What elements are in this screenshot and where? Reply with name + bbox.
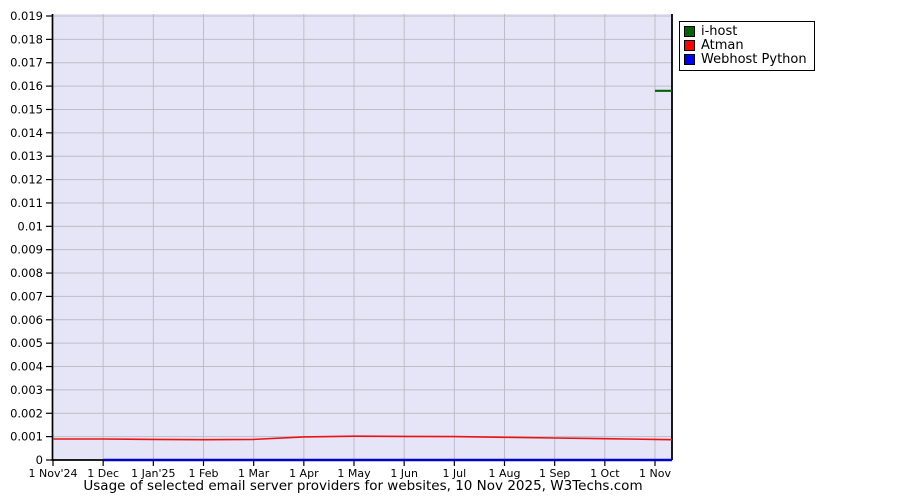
chart-legend: i-host Atman Webhost Python [679, 21, 815, 71]
svg-text:0: 0 [36, 453, 43, 467]
legend-item-atman: Atman [684, 39, 807, 52]
svg-text:0.003: 0.003 [10, 383, 43, 397]
svg-text:0.009: 0.009 [10, 243, 43, 257]
svg-text:0.004: 0.004 [10, 360, 43, 374]
legend-swatch-webhost-python-icon [684, 54, 695, 65]
svg-text:0.002: 0.002 [10, 406, 43, 420]
svg-text:0.018: 0.018 [10, 32, 43, 46]
legend-label-atman: Atman [701, 38, 744, 53]
line-chart-canvas: 0 0.001 0.002 0.003 0.004 0.005 0.006 0.007 0.00… [10, 9, 673, 480]
svg-text:0.019: 0.019 [10, 9, 43, 23]
legend-item-i-host: i-host [684, 25, 807, 38]
svg-text:0.013: 0.013 [10, 149, 43, 163]
svg-text:0.014: 0.014 [10, 126, 43, 140]
legend-label-i-host: i-host [701, 24, 738, 39]
legend-swatch-atman-icon [684, 40, 695, 51]
svg-text:0.011: 0.011 [10, 196, 43, 210]
svg-text:0.017: 0.017 [10, 56, 43, 70]
svg-text:0.008: 0.008 [10, 266, 43, 280]
legend-swatch-i-host-icon [684, 26, 695, 37]
svg-text:0.006: 0.006 [10, 313, 43, 327]
legend-label-webhost-python: Webhost Python [701, 52, 807, 67]
svg-text:0.012: 0.012 [10, 173, 43, 187]
svg-text:0.016: 0.016 [10, 79, 43, 93]
svg-text:0.005: 0.005 [10, 336, 43, 350]
svg-text:0.007: 0.007 [10, 289, 43, 303]
legend-item-webhost-python: Webhost Python [684, 53, 807, 66]
chart-title: Usage of selected email server providers… [83, 478, 643, 494]
svg-text:0.01: 0.01 [17, 219, 43, 233]
svg-text:0.015: 0.015 [10, 102, 43, 116]
svg-text:0.001: 0.001 [10, 430, 43, 444]
w3techs-usage-chart-screen: 0 0.001 0.002 0.003 0.004 0.005 0.006 0.007 0.00… [0, 0, 900, 500]
